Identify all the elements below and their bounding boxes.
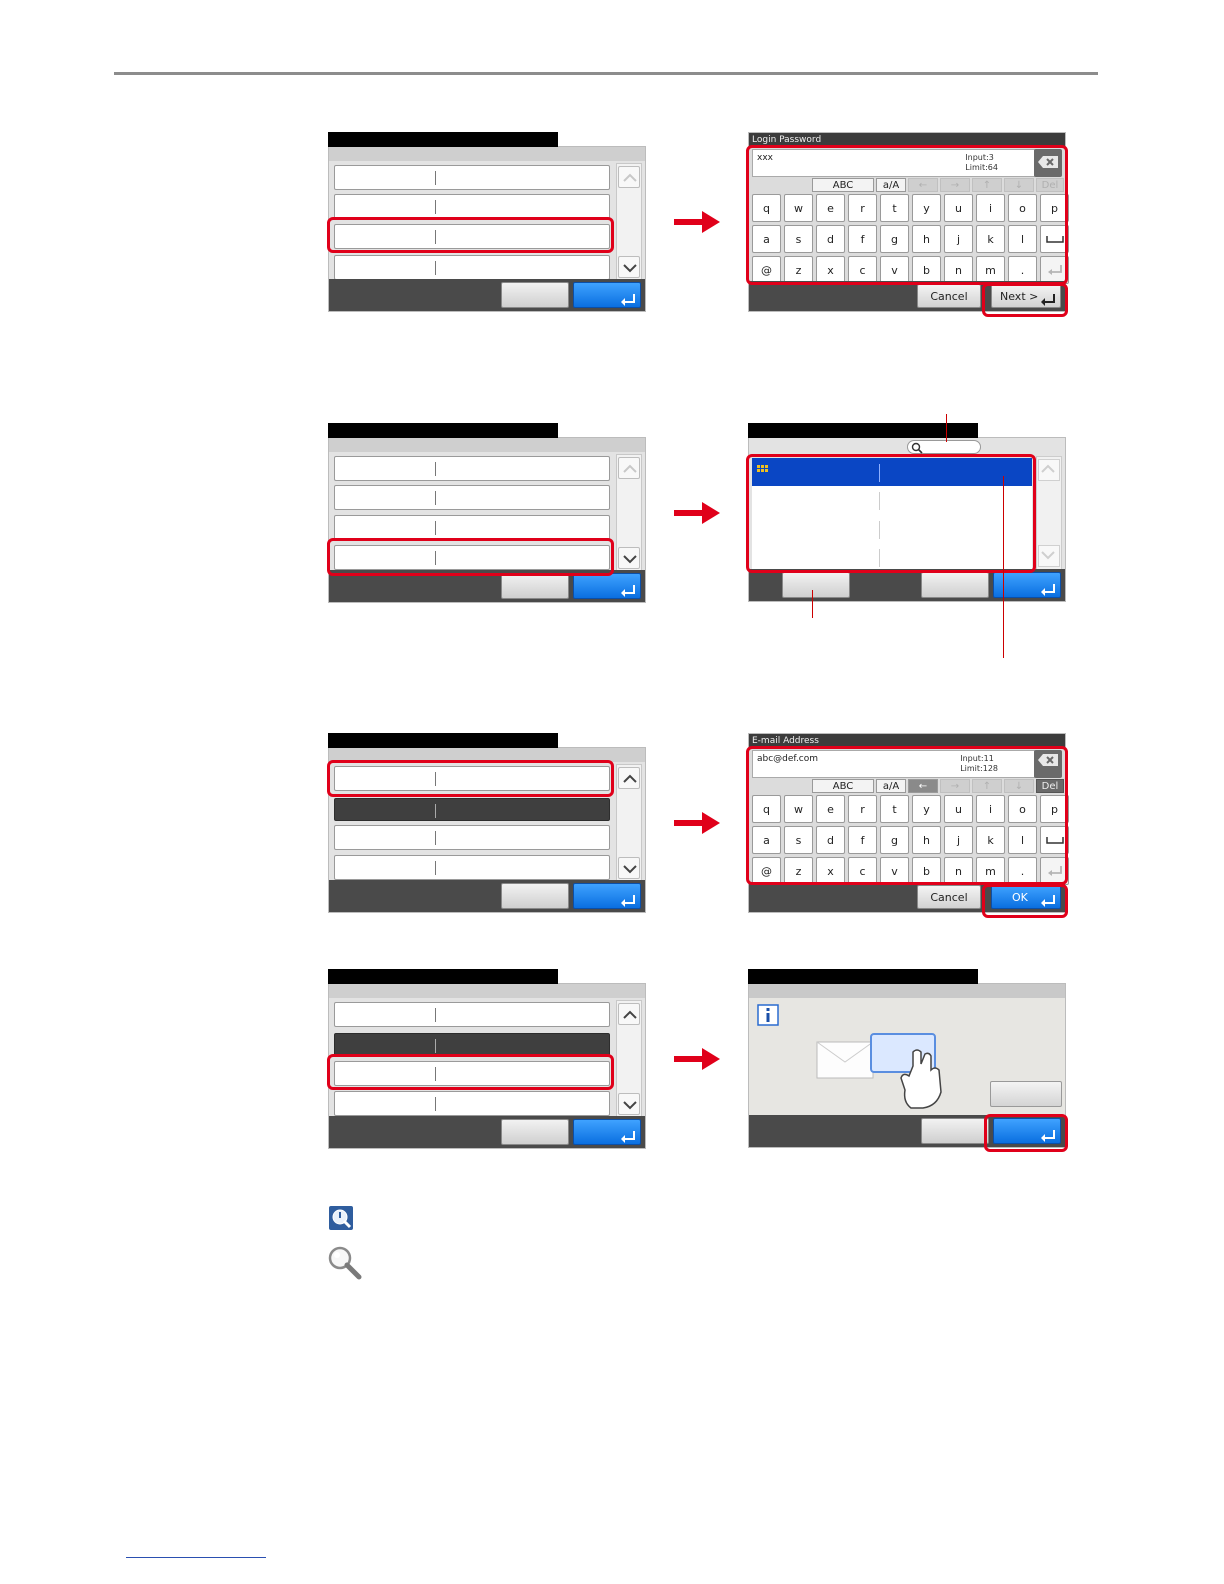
- enter-icon: [1041, 584, 1055, 596]
- highlight-frame: [982, 884, 1068, 918]
- setting-row[interactable]: [334, 825, 610, 850]
- chevron-up-icon: [1041, 464, 1055, 473]
- cancel-button[interactable]: [501, 1119, 569, 1145]
- screen-strip: [329, 147, 645, 161]
- setting-row[interactable]: [334, 855, 610, 880]
- chevron-down-icon: [623, 555, 637, 564]
- setting-row[interactable]: [334, 456, 610, 481]
- cancel-button[interactable]: [921, 572, 989, 598]
- highlight-frame: [327, 217, 614, 253]
- scrollbar[interactable]: [616, 1000, 642, 1118]
- setting-row[interactable]: [334, 165, 610, 190]
- search-icon: [911, 442, 923, 454]
- chevron-down-icon: [623, 865, 637, 874]
- scrollbar[interactable]: [616, 454, 642, 572]
- setting-row[interactable]: [334, 1091, 610, 1116]
- arrow-right-icon: [674, 1048, 720, 1070]
- screen-bottom-bar: [749, 569, 1065, 601]
- screen-title-bar: [328, 733, 558, 748]
- arrow-right-icon: [674, 211, 720, 233]
- scroll-up-button[interactable]: [1038, 459, 1060, 481]
- arrow-right-icon: [674, 812, 720, 834]
- screen-bottom-bar: [329, 279, 645, 311]
- ok-button[interactable]: [573, 1119, 641, 1145]
- setting-row[interactable]: [334, 485, 610, 510]
- scroll-down-button[interactable]: [618, 1093, 640, 1115]
- detail-button[interactable]: [782, 572, 850, 598]
- callout-line-list: [1003, 476, 1004, 658]
- scroll-down-button[interactable]: [618, 547, 640, 569]
- screen-title-bar: [328, 132, 558, 147]
- scroll-up-button[interactable]: [618, 457, 640, 479]
- footer-link-underline: [126, 1557, 266, 1558]
- enter-icon: [621, 294, 635, 306]
- enter-icon: [621, 895, 635, 907]
- scroll-down-button[interactable]: [618, 857, 640, 879]
- highlight-frame: [327, 1054, 614, 1090]
- chevron-down-icon: [1041, 551, 1055, 560]
- cancel-label: Cancel: [930, 289, 968, 303]
- callout-line-detail: [812, 590, 813, 618]
- screen-title-bar: [748, 969, 978, 984]
- screen-title-bar: [328, 423, 558, 438]
- highlight-frame: [746, 746, 1068, 885]
- setting-row[interactable]: [334, 255, 610, 280]
- enter-icon: [621, 1131, 635, 1143]
- cancel-button[interactable]: [921, 1118, 989, 1144]
- highlight-frame: [327, 760, 614, 797]
- info-icon: [757, 1004, 779, 1026]
- search-field[interactable]: [907, 440, 981, 454]
- cancel-button[interactable]: [501, 282, 569, 308]
- scrollbar[interactable]: [1036, 456, 1062, 570]
- scroll-down-button[interactable]: [618, 256, 640, 278]
- note-icon: [329, 1206, 353, 1230]
- cancel-label: Cancel: [930, 890, 968, 904]
- setting-row-disabled: [334, 1033, 610, 1056]
- callout-line-search: [946, 414, 947, 442]
- side-button[interactable]: [990, 1081, 1062, 1107]
- chevron-up-icon: [623, 173, 637, 182]
- cancel-button[interactable]: Cancel: [917, 284, 981, 308]
- scroll-up-button[interactable]: [618, 767, 640, 789]
- ok-button[interactable]: [573, 573, 641, 599]
- hand-card-icon: [816, 1033, 942, 1109]
- setting-row[interactable]: [334, 515, 610, 540]
- highlight-frame: [984, 1114, 1068, 1152]
- chevron-down-icon: [623, 264, 637, 273]
- screen-strip: [329, 438, 645, 452]
- screen-strip: [329, 984, 645, 998]
- highlight-frame: [746, 145, 1068, 285]
- arrow-right-icon: [674, 502, 720, 524]
- magnifier-icon: [328, 1246, 362, 1280]
- screen-title-bar: [748, 423, 978, 438]
- scrollbar[interactable]: [616, 764, 642, 882]
- ok-button[interactable]: [573, 282, 641, 308]
- screen-bottom-bar: [329, 1116, 645, 1148]
- cancel-button[interactable]: [501, 883, 569, 909]
- scroll-down-button[interactable]: [1038, 545, 1060, 567]
- highlight-frame: [327, 538, 614, 576]
- chevron-up-icon: [623, 774, 637, 783]
- scrollbar[interactable]: [616, 163, 642, 281]
- setting-row-disabled: [334, 798, 610, 821]
- enter-icon: [621, 585, 635, 597]
- chevron-up-icon: [623, 1010, 637, 1019]
- screen-strip: [749, 984, 1065, 998]
- highlight-frame: [982, 283, 1068, 317]
- screen-bottom-bar: [329, 880, 645, 912]
- highlight-frame: [746, 454, 1036, 573]
- screen-title-bar: [328, 969, 558, 984]
- setting-row[interactable]: [334, 194, 610, 219]
- setting-row[interactable]: [334, 1002, 610, 1027]
- chevron-down-icon: [623, 1101, 637, 1110]
- scroll-up-button[interactable]: [618, 166, 640, 188]
- chevron-up-icon: [623, 464, 637, 473]
- cancel-button[interactable]: [501, 573, 569, 599]
- scroll-up-button[interactable]: [618, 1003, 640, 1025]
- cancel-button[interactable]: Cancel: [917, 885, 981, 909]
- settings-screen-2: [328, 423, 646, 603]
- page-header-rule: [114, 72, 1098, 75]
- ok-button[interactable]: [573, 883, 641, 909]
